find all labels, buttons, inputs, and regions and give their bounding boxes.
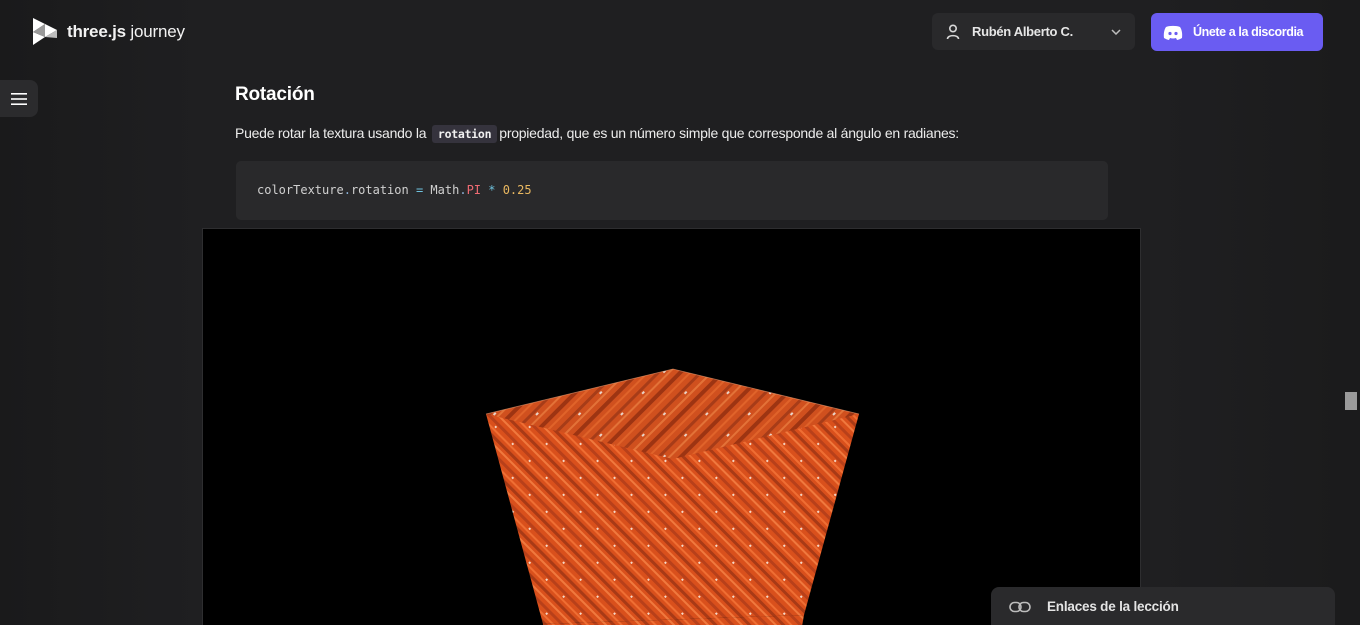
discord-icon <box>1163 25 1183 40</box>
logo-suffix: journey <box>130 21 185 41</box>
code-token: . <box>343 183 351 197</box>
code-token: * <box>481 183 503 197</box>
paragraph-text-before: Puede rotar la textura usando la <box>235 125 427 141</box>
webgl-viewport[interactable] <box>202 228 1141 625</box>
user-name: Rubén Alberto C. <box>972 24 1073 39</box>
code-block[interactable]: colorTexture.rotation = Math.PI * 0.25 <box>236 161 1108 220</box>
site-logo[interactable]: three.js journey <box>31 16 185 47</box>
textured-cube-render <box>485 368 860 625</box>
join-discord-button[interactable]: Únete a la discordia <box>1151 13 1323 51</box>
page-scrollbar[interactable] <box>1342 0 1360 625</box>
code-token: PI <box>466 183 482 197</box>
section-heading: Rotación <box>235 84 315 105</box>
code-token: . <box>459 183 467 197</box>
section-paragraph: Puede rotar la textura usando la rotatio… <box>235 125 959 143</box>
lesson-links-panel[interactable]: Enlaces de la lección <box>991 587 1335 625</box>
chevron-down-icon <box>1111 28 1121 35</box>
hamburger-menu-icon <box>11 92 27 105</box>
logo-brand: three.js <box>67 21 126 41</box>
code-token: 0.25 <box>502 183 532 197</box>
inline-code: rotation <box>431 125 498 143</box>
code-token: colorTexture <box>257 183 344 197</box>
user-menu-button[interactable]: Rubén Alberto C. <box>932 13 1135 50</box>
scrollbar-thumb[interactable] <box>1345 392 1357 410</box>
code-token: Math <box>430 183 460 197</box>
page: three.js journey Rubén Alberto C. Únete … <box>0 0 1360 625</box>
lesson-links-label: Enlaces de la lección <box>1047 599 1179 614</box>
user-icon <box>946 23 960 39</box>
code-token: rotation <box>350 183 409 197</box>
threejs-journey-logo-icon <box>33 18 57 45</box>
join-discord-label: Únete a la discordia <box>1193 25 1304 39</box>
sidebar-toggle-button[interactable] <box>0 80 38 117</box>
logo-text: three.js journey <box>67 22 185 42</box>
link-icon <box>1009 601 1031 613</box>
paragraph-text-after: propiedad, que es un número simple que c… <box>499 125 959 141</box>
code-token: = <box>408 183 431 197</box>
